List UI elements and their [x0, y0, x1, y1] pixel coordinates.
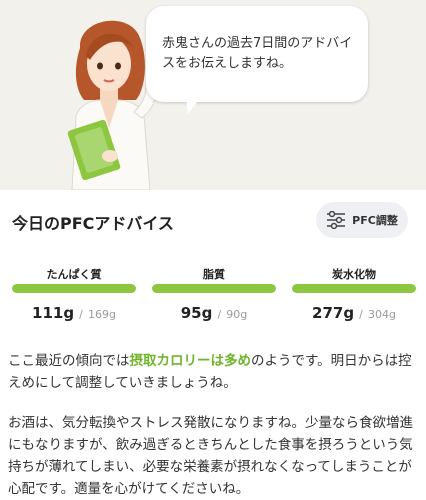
- macro-values: 95g / 90g: [152, 303, 276, 322]
- macro-target: 169g: [87, 308, 116, 321]
- macro-label: たんぱく質: [46, 268, 102, 281]
- sliders-icon: [327, 211, 346, 229]
- macro-separator: /: [79, 308, 83, 321]
- advice-paragraph-2: お酒は、気分転換やストレス発散になりますね。少量なら食欲増進にもなりますが、飲み…: [8, 415, 413, 497]
- speech-bubble: 赤鬼さんの過去7日間のアドバイスをお伝えしますね。: [146, 6, 368, 102]
- advice-highlight: 摂取カロリーは多め: [129, 353, 252, 369]
- speech-bubble-tail: [186, 98, 200, 114]
- macro-intake: 95g: [180, 304, 213, 322]
- advice-text: ここ最近の傾向では: [8, 353, 130, 369]
- pfc-advice-card: 今日のPFCアドバイス PFC調整 たんぱく質 111g / 169g 脂質 9…: [0, 190, 426, 500]
- advice-paragraph-1: ここ最近の傾向では摂取カロリーは多めのようです。明日からは控えめにして調整してい…: [8, 350, 418, 394]
- pfc-adjust-button[interactable]: PFC調整: [316, 202, 408, 238]
- pfc-adjust-label: PFC調整: [352, 214, 398, 227]
- macro-summary: たんぱく質 111g / 169g 脂質 95g / 90g 炭水化物 277g…: [12, 266, 416, 322]
- macro-progress-track: [12, 284, 136, 293]
- macro-fat: 脂質 95g / 90g: [152, 266, 276, 322]
- advisor-header: 赤鬼さんの過去7日間のアドバイスをお伝えしますね。: [0, 0, 426, 190]
- macro-separator: /: [359, 308, 363, 321]
- macro-target: 304g: [367, 308, 396, 321]
- macro-carbohydrate: 炭水化物 277g / 304g: [292, 266, 416, 322]
- macro-label: 炭水化物: [332, 268, 376, 281]
- macro-label: 脂質: [203, 268, 225, 281]
- macro-progress-fill: [292, 284, 416, 293]
- macro-progress-fill: [152, 284, 276, 293]
- macro-separator: /: [217, 308, 222, 321]
- macro-values: 111g / 169g: [12, 303, 136, 322]
- advisor-speech-text: 赤鬼さんの過去7日間のアドバイスをお伝えしますね。: [162, 36, 353, 71]
- macro-target: 90g: [226, 308, 248, 321]
- macro-progress-fill: [12, 284, 136, 293]
- macro-values: 277g / 304g: [292, 303, 416, 322]
- macro-progress-track: [292, 284, 416, 293]
- macro-intake: 277g: [312, 304, 355, 322]
- macro-intake: 111g: [32, 304, 75, 322]
- card-title: 今日のPFCアドバイス: [12, 214, 174, 233]
- macro-progress-track: [152, 284, 276, 293]
- macro-protein: たんぱく質 111g / 169g: [12, 266, 136, 322]
